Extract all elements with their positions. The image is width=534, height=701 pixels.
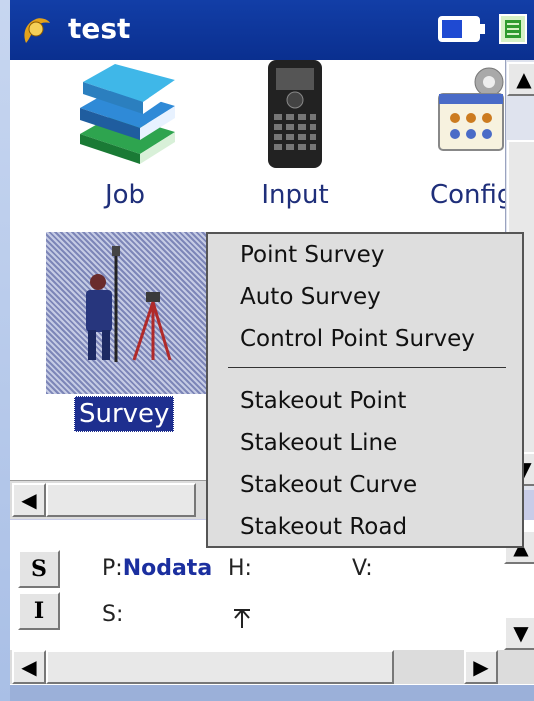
notes-icon[interactable] [498,13,528,45]
app-label-job: Job [104,180,146,210]
tab-s[interactable]: S [18,550,60,588]
app-tile-survey[interactable] [46,232,208,394]
scroll-up-button[interactable]: ▲ [507,62,534,96]
settings-gear-icon [437,67,504,151]
bottom-edge [10,685,534,701]
app-tile-job[interactable]: Job [50,60,200,225]
surveyor-tripod-icon [86,246,172,362]
panel-scroll-down-button[interactable]: ▼ [504,616,534,650]
antenna-icon [234,609,250,628]
horizontal-scroll-thumb[interactable] [46,483,196,517]
battery-icon[interactable] [438,15,486,43]
bottom-scroll-left-button[interactable]: ◀ [12,650,46,684]
title-bar: test [10,0,534,62]
survey-context-menu: Point Survey Auto Survey Control Point S… [206,232,524,548]
device-screen: test Job Input Config Survey ▲ ◀ S I P:N… [10,0,534,701]
app-tile-input[interactable]: Input [220,60,370,225]
menu-item-auto-survey[interactable]: Auto Survey [240,284,381,310]
menu-separator [228,367,506,368]
app-tile-config[interactable]: Config [410,60,515,225]
menu-item-stakeout-curve[interactable]: Stakeout Curve [240,472,417,498]
menu-item-control-point-survey[interactable]: Control Point Survey [240,326,475,352]
scroll-left-button[interactable]: ◀ [12,483,46,517]
bottom-scroll-right-button[interactable]: ▶ [464,650,498,684]
app-label-input: Input [261,180,329,210]
s-label: S: [102,602,124,627]
tab-i[interactable]: I [18,592,60,630]
books-icon [80,64,175,164]
h-label: H: [228,556,252,581]
point-line: P:Nodata [102,556,212,581]
window-title: test [68,12,131,45]
handheld-device-icon [268,60,322,168]
app-label-survey: Survey [74,396,175,432]
menu-item-stakeout-point[interactable]: Stakeout Point [240,388,406,414]
point-label: P: [102,556,123,581]
menu-item-stakeout-road[interactable]: Stakeout Road [240,514,407,540]
app-icon[interactable] [20,13,54,47]
bottom-horizontal-scrollbar[interactable]: ◀ ▶ [10,650,534,684]
menu-item-point-survey[interactable]: Point Survey [240,242,384,268]
menu-item-stakeout-line[interactable]: Stakeout Line [240,430,397,456]
v-label: V: [352,556,373,581]
bottom-horizontal-scroll-thumb[interactable] [46,650,394,684]
point-value: Nodata [122,556,213,581]
